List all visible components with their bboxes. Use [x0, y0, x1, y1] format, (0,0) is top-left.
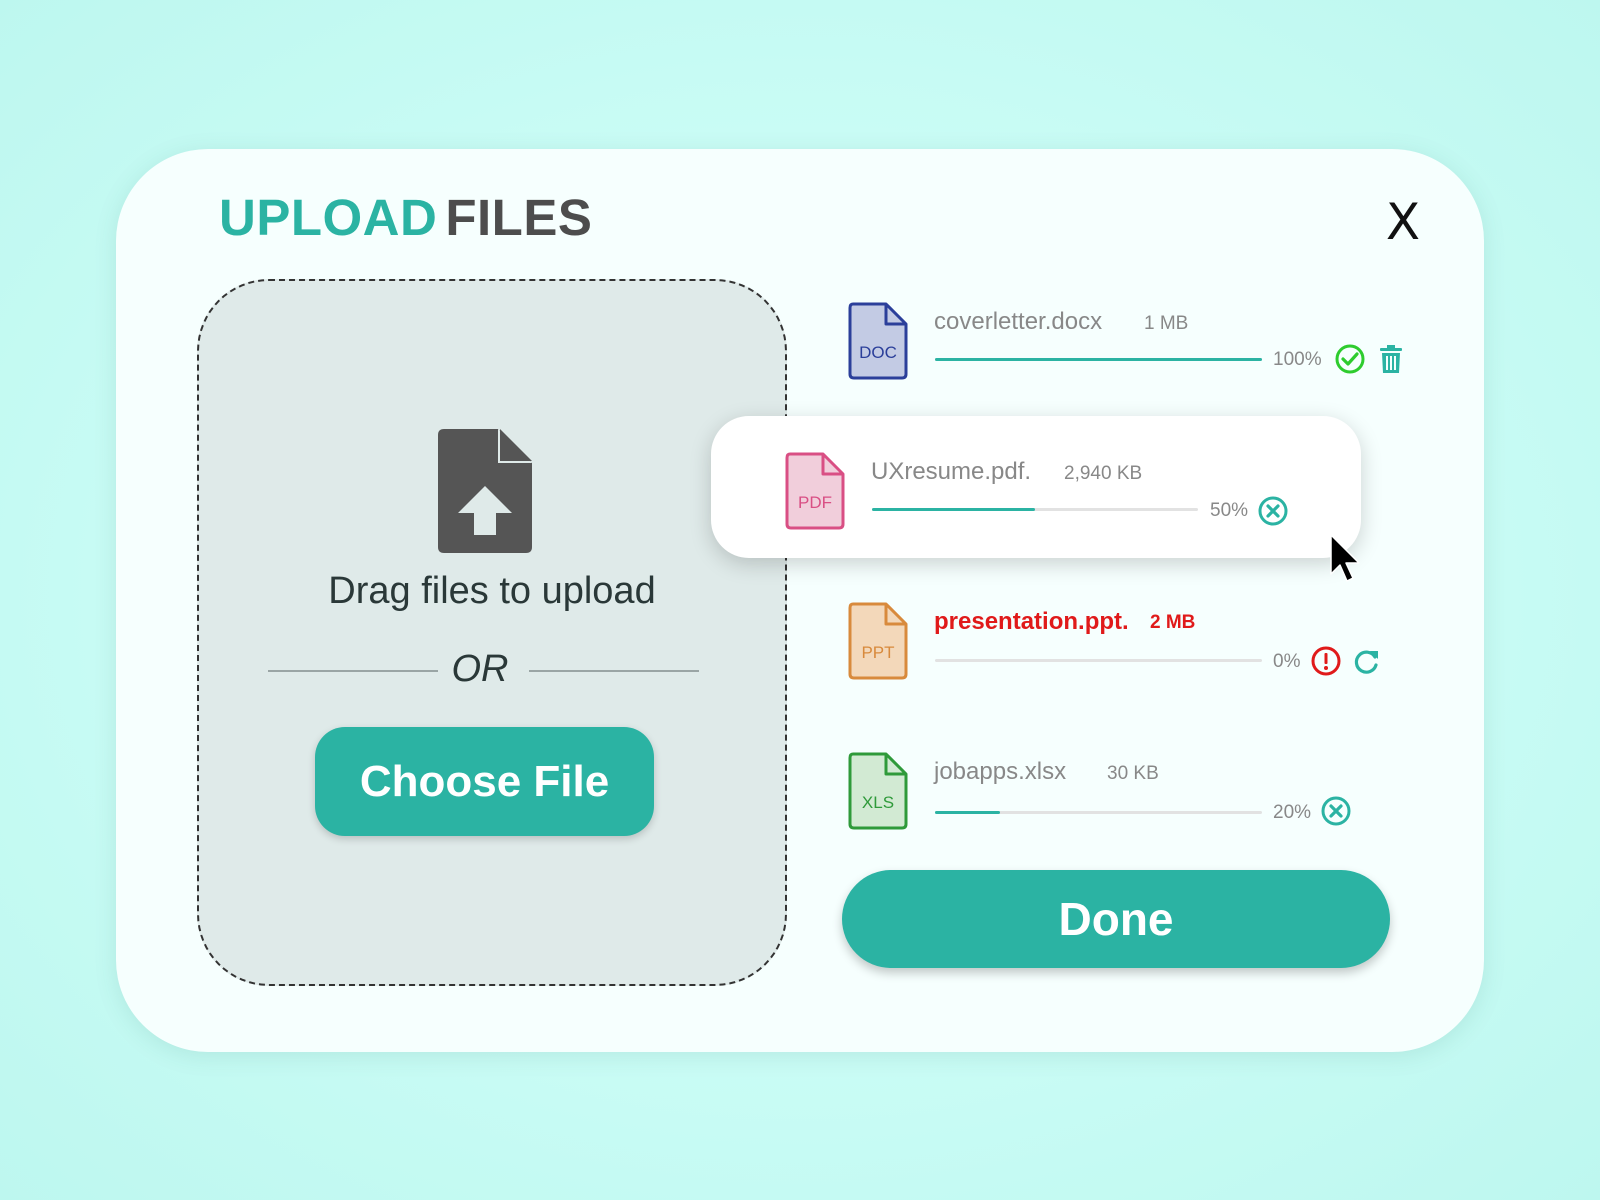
file-name: coverletter.docx	[934, 308, 1103, 335]
progress-fill	[872, 508, 1035, 511]
progress-fill	[935, 358, 1262, 361]
progress-fill	[935, 811, 1001, 814]
progress-track	[935, 811, 1262, 814]
file-name: presentation.ppt.	[934, 608, 1129, 635]
file-type-label: XLS	[862, 793, 894, 812]
dialog-title-rest: FILES	[445, 189, 593, 246]
error-icon	[1310, 645, 1342, 677]
mouse-pointer-icon	[1330, 534, 1360, 582]
progress-track	[935, 659, 1262, 662]
doc-file-icon: DOC	[848, 302, 908, 380]
close-button[interactable]: X	[1381, 195, 1425, 249]
drag-files-text: Drag files to upload	[328, 570, 656, 612]
file-size: 1 MB	[1144, 313, 1189, 334]
file-type-label: PDF	[798, 493, 832, 512]
drop-zone[interactable]	[197, 279, 787, 986]
file-name: UXresume.pdf.	[871, 458, 1032, 485]
or-text: OR	[451, 648, 509, 690]
check-icon	[1334, 343, 1366, 375]
xls-file-icon: XLS	[848, 752, 908, 830]
progress-percent: 20%	[1273, 802, 1312, 823]
file-type-label: PPT	[861, 643, 894, 662]
ppt-file-icon: PPT	[848, 602, 908, 680]
trash-icon[interactable]	[1375, 343, 1407, 375]
done-button[interactable]: Done	[842, 870, 1390, 968]
choose-file-button[interactable]: Choose File	[315, 727, 654, 836]
cancel-icon[interactable]	[1257, 495, 1289, 527]
pdf-file-icon: PDF	[785, 452, 845, 530]
retry-icon[interactable]	[1351, 645, 1383, 677]
dialog-title: UPLOAD FILES	[219, 188, 592, 247]
progress-track	[872, 508, 1198, 511]
or-divider-right	[529, 670, 699, 672]
file-size: 2 MB	[1150, 612, 1196, 633]
or-divider-left	[268, 670, 438, 672]
file-name: jobapps.xlsx	[934, 758, 1067, 785]
progress-percent: 50%	[1210, 500, 1249, 521]
progress-percent: 0%	[1273, 651, 1301, 672]
dialog-title-accent: UPLOAD	[219, 189, 438, 246]
file-upload-icon	[438, 429, 532, 553]
progress-percent: 100%	[1273, 349, 1322, 370]
file-size: 2,940 KB	[1064, 463, 1143, 484]
file-type-label: DOC	[859, 343, 897, 362]
progress-track	[935, 358, 1262, 361]
file-size: 30 KB	[1107, 763, 1159, 784]
cancel-icon[interactable]	[1320, 795, 1352, 827]
